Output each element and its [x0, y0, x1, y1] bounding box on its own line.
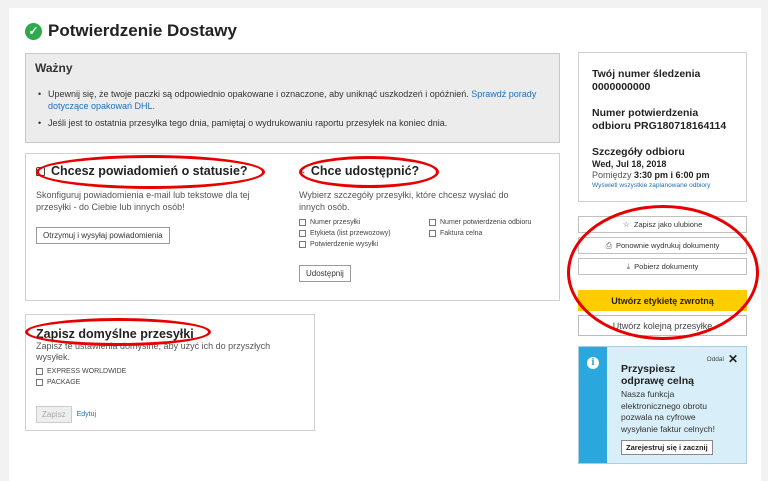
share-button-wrap: Udostępnij	[299, 263, 554, 282]
page-title: Potwierdzenie Dostawy	[48, 21, 237, 40]
defaults-option-label: PACKAGE	[47, 379, 81, 386]
notifications-heading-text: Chcesz powiadomień o statusie?	[51, 164, 248, 178]
important-item-report: Jeśli jest to ostatnia przesyłka tego dn…	[38, 117, 538, 129]
tracking-number-label: Twój numer śledzenia	[592, 68, 701, 80]
share-option-label: Potwierdzenie wysyłki	[310, 241, 379, 248]
bell-icon	[36, 166, 45, 176]
checkbox[interactable]	[36, 379, 43, 386]
important-list: Upewnij się, że twoje paczki są odpowied…	[38, 88, 559, 129]
return-label-button[interactable]: Utwórz etykietę zwrotną	[578, 290, 747, 311]
share-button[interactable]: Udostępnij	[299, 265, 351, 282]
important-item-text: Upewnij się, że twoje paczki są odpowied…	[48, 89, 469, 99]
download-button[interactable]: ⤓ Pobierz dokumenty	[578, 258, 747, 275]
tracking-info-box: Twój numer śledzenia 0000000000 Numer po…	[578, 52, 747, 202]
share-option-label: Numer potwierdzenia odbioru	[440, 219, 532, 226]
checkbox[interactable]	[36, 368, 43, 375]
share-option-label-waybill[interactable]: Etykieta (list przewozowy)	[299, 228, 429, 239]
promo-dismiss-link[interactable]: Oddal	[707, 356, 724, 363]
share-option-pickup[interactable]: Numer potwierdzenia odbioru	[429, 217, 549, 228]
customs-promo: i Oddal ✕ Przyspiesz odprawę celną Nasza…	[578, 346, 747, 464]
important-heading: Ważny	[35, 61, 73, 75]
defaults-option-package[interactable]: PACKAGE	[36, 377, 314, 388]
save-defaults-button[interactable]: Zapisz	[36, 406, 72, 423]
reprint-button-label: Ponownie wydrukuj dokumenty	[616, 241, 720, 250]
checkbox[interactable]	[299, 241, 306, 248]
checkbox[interactable]	[299, 219, 306, 226]
pickup-time-prefix: Pomiędzy	[592, 169, 632, 180]
defaults-description: Zapisz te ustawienia domyślne, aby użyć …	[36, 341, 271, 362]
checkbox[interactable]	[299, 230, 306, 237]
checkbox[interactable]	[429, 219, 436, 226]
info-icon: i	[587, 357, 599, 369]
important-item-text: Jeśli jest to ostatnia przesyłka tego dn…	[48, 118, 448, 128]
pickup-details-label: Szczegóły odbioru	[592, 146, 685, 158]
close-icon[interactable]: ✕	[728, 352, 738, 366]
share-column: < Chce udostępnić? Wybierz szczegóły prze…	[299, 164, 554, 282]
download-icon: ⤓	[626, 261, 631, 271]
defaults-card: Zapisz domyślne przesyłki Zapisz te usta…	[25, 314, 315, 431]
share-options: Numer przesyłki Numer potwierdzenia odbi…	[299, 217, 554, 250]
edit-defaults-link[interactable]: Edytuj	[77, 411, 96, 418]
important-notice: Ważny Upewnij się, że twoje paczki są od…	[25, 53, 560, 143]
notifications-description: Skonfiguruj powiadomienia e-mail lub tek…	[36, 190, 250, 212]
pickup-time: 3:30 pm i 6:00 pm	[634, 169, 710, 180]
share-heading: < Chce udostępnić?	[299, 164, 554, 178]
important-item-packaging: Upewnij się, że twoje paczki są odpowied…	[38, 88, 538, 112]
pickup-confirmation-number: Numer potwierdzenia odbioru PRG180718164…	[592, 107, 727, 132]
notifications-button-wrap: Otrzymuj i wysyłaj powiadomienia	[36, 225, 276, 244]
share-description: Wybierz szczegóły przesyłki, które chces…	[299, 190, 509, 212]
defaults-actions: Zapisz Edytuj	[36, 406, 314, 423]
share-option-label: Faktura celna	[440, 230, 483, 237]
checkbox[interactable]	[429, 230, 436, 237]
another-shipment-button[interactable]: Utwórz kolejną przesyłkę	[578, 315, 747, 336]
share-icon: <	[299, 165, 305, 177]
share-option-invoice[interactable]: Faktura celna	[429, 228, 549, 239]
favorite-button[interactable]: ☆ Zapisz jako ulubione	[578, 216, 747, 233]
promo-title: Przyspiesz odprawę celną	[621, 363, 694, 387]
all-pickups-link[interactable]: Wyświetl wszystkie zaplanowane odbiory	[592, 182, 736, 189]
promo-body: Nasza funkcja elektronicznego obrotu poz…	[621, 389, 716, 434]
share-option-confirmation[interactable]: Potwierdzenie wysyłki	[299, 239, 429, 250]
tracking-number: 0000000000	[592, 80, 651, 93]
defaults-option-label: EXPRESS WORLDWIDE	[47, 368, 127, 375]
download-button-label: Pobierz dokumenty	[634, 262, 699, 271]
promo-register-button[interactable]: Zarejestruj się i zacznij	[621, 440, 713, 455]
page-header: ✓ Potwierdzenie Dostawy	[25, 21, 237, 41]
share-heading-text: Chce udostępnić?	[310, 164, 420, 178]
printer-icon: ⎙	[605, 240, 612, 250]
share-option-label: Numer przesyłki	[310, 219, 361, 226]
notifications-heading: Chcesz powiadomień o statusie?	[36, 164, 276, 178]
reprint-button[interactable]: ⎙ Ponownie wydrukuj dokumenty	[578, 237, 747, 254]
defaults-options: EXPRESS WORLDWIDE PACKAGE	[36, 366, 314, 388]
notifications-button[interactable]: Otrzymuj i wysyłaj powiadomienia	[36, 227, 170, 244]
notifications-column: Chcesz powiadomień o statusie? Skonfigur…	[36, 164, 276, 244]
checkmark-icon: ✓	[25, 22, 42, 40]
defaults-heading: Zapisz domyślne przesyłki	[36, 327, 194, 341]
pickup-time-row: Pomiędzy 3:30 pm i 6:00 pm	[592, 170, 736, 181]
favorite-button-label: Zapisz jako ulubione	[633, 220, 703, 229]
star-icon: ☆	[622, 220, 630, 229]
defaults-option-service[interactable]: EXPRESS WORLDWIDE	[36, 366, 314, 377]
share-option-tracking[interactable]: Numer przesyłki	[299, 217, 429, 228]
share-option-label: Etykieta (list przewozowy)	[310, 230, 391, 237]
notify-share-card: Chcesz powiadomień o statusie? Skonfigur…	[25, 153, 560, 301]
pickup-date: Wed, Jul 18, 2018	[592, 158, 667, 169]
